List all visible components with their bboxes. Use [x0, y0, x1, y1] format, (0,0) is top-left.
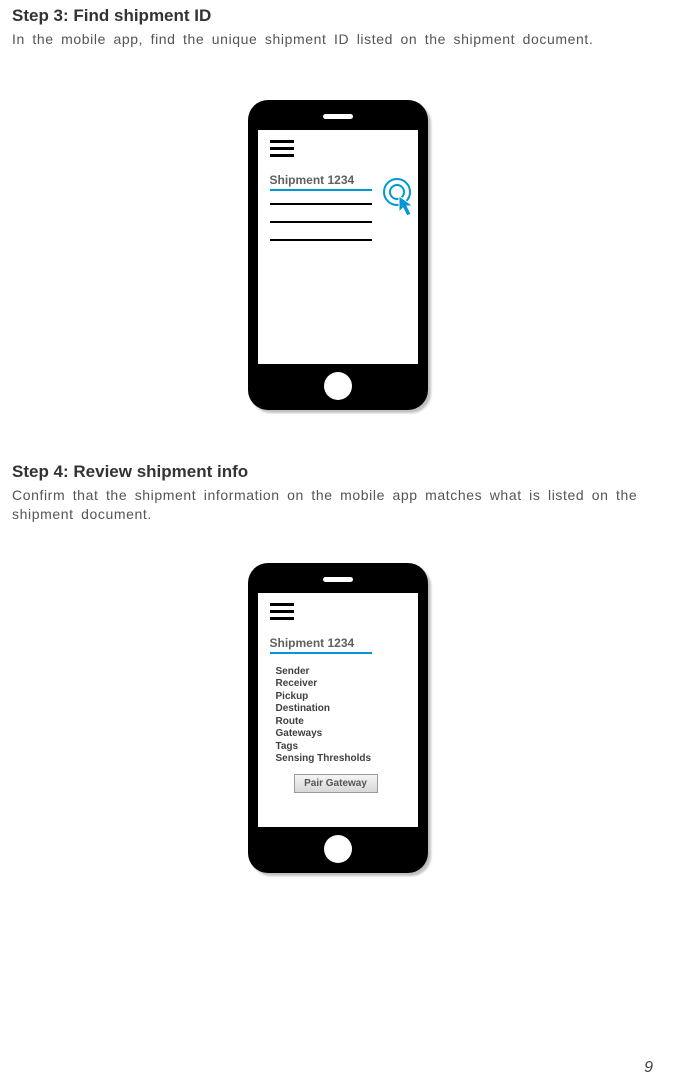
page-number: 9 — [644, 1059, 653, 1077]
step4-title: Step 4: Review shipment info — [12, 462, 663, 482]
selected-underline — [270, 189, 372, 191]
step4-description: Confirm that the shipment information on… — [12, 486, 663, 525]
pair-gateway-button[interactable]: Pair Gateway — [294, 774, 378, 793]
phone-speaker — [323, 577, 353, 582]
selected-underline — [270, 652, 372, 654]
hamburger-icon[interactable] — [270, 140, 406, 157]
field-route: Route — [276, 716, 406, 729]
list-item-placeholder[interactable] — [270, 239, 372, 241]
phone-screen-step3: Shipment 1234 — [258, 130, 418, 364]
step3-title: Step 3: Find shipment ID — [12, 6, 663, 26]
shipment-details-list: Sender Receiver Pickup Destination Route… — [276, 666, 406, 766]
tap-cursor-icon — [383, 178, 423, 218]
field-destination: Destination — [276, 703, 406, 716]
list-item-placeholder[interactable] — [270, 221, 372, 223]
phone-screen-step4: Shipment 1234 Sender Receiver Pickup Des… — [258, 593, 418, 827]
list-item-placeholder[interactable] — [270, 203, 372, 205]
field-tags: Tags — [276, 741, 406, 754]
field-pickup: Pickup — [276, 691, 406, 704]
shipment-id-header: Shipment 1234 — [270, 636, 406, 650]
field-sender: Sender — [276, 666, 406, 679]
phone-mockup-step3: Shipment 1234 — [248, 100, 428, 410]
hamburger-icon[interactable] — [270, 603, 406, 620]
field-gateways: Gateways — [276, 728, 406, 741]
step3-description: In the mobile app, find the unique shipm… — [12, 30, 663, 50]
phone-home-button — [324, 372, 352, 400]
field-thresholds: Sensing Thresholds — [276, 753, 406, 766]
phone-speaker — [323, 114, 353, 119]
field-receiver: Receiver — [276, 678, 406, 691]
phone-mockup-step4: Shipment 1234 Sender Receiver Pickup Des… — [248, 563, 428, 873]
phone-home-button — [324, 835, 352, 863]
